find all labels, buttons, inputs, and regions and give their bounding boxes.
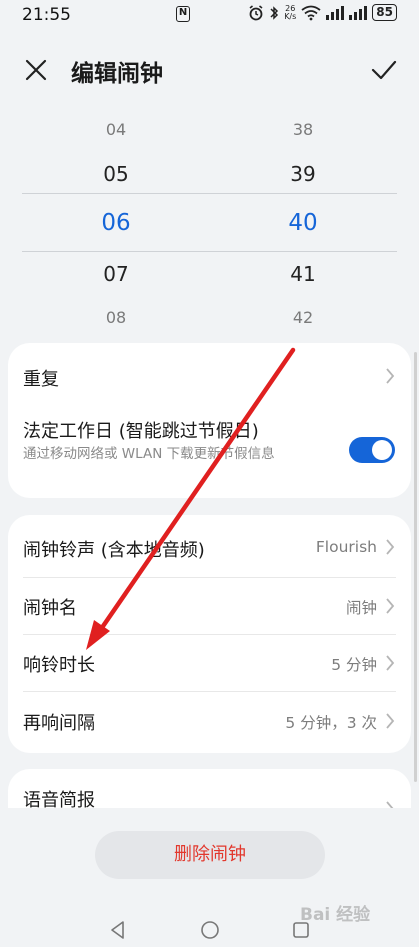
- status-icons: 26 K/s 85: [248, 4, 397, 21]
- minute-selected[interactable]: 40: [243, 210, 363, 236]
- signal-icon: [326, 5, 345, 20]
- repeat-label: 重复: [23, 369, 59, 390]
- ringtone-value: Flourish: [315, 538, 377, 556]
- ring-duration-value: 5 分钟: [331, 656, 377, 674]
- nfc-icon: N: [176, 6, 190, 22]
- hour-option[interactable]: 07: [56, 262, 176, 286]
- ringtone-label: 闹钟铃声 (含本地音频): [23, 540, 205, 561]
- close-icon[interactable]: [24, 58, 48, 82]
- chevron-right-icon: [386, 655, 395, 671]
- back-icon[interactable]: [108, 920, 128, 940]
- minute-option[interactable]: 42: [243, 308, 363, 327]
- chevron-right-icon: [386, 539, 395, 555]
- battery-icon: 85: [372, 4, 397, 21]
- minute-option[interactable]: 38: [243, 120, 363, 139]
- alarm-settings-card: 闹钟铃声 (含本地音频) Flourish 闹钟名 闹钟 响铃时长 5 分钟 再…: [8, 515, 411, 753]
- ring-duration-row[interactable]: 响铃时长 5 分钟: [8, 634, 411, 691]
- ring-duration-label: 响铃时长: [23, 655, 95, 676]
- hour-wheel[interactable]: 04 05 06 07 08: [56, 108, 176, 338]
- minute-wheel[interactable]: 38 39 40 41 42: [243, 108, 363, 338]
- status-bar: 21:55 N 26 K/s 85: [0, 0, 419, 32]
- chevron-right-icon: [386, 598, 395, 614]
- holiday-row: 法定工作日 (智能跳过节假日) 通过移动网络或 WLAN 下载更新节假信息: [8, 409, 411, 498]
- snooze-interval-value: 5 分钟，3 次: [285, 714, 377, 732]
- holiday-label: 法定工作日 (智能跳过节假日): [23, 421, 259, 442]
- home-icon[interactable]: [200, 920, 220, 940]
- time-picker: 04 05 06 07 08 38 39 40 41 42: [22, 108, 397, 338]
- wifi-icon: [301, 5, 321, 20]
- minute-option[interactable]: 41: [243, 262, 363, 286]
- net-speed-unit: K/s: [284, 11, 297, 21]
- hour-selected[interactable]: 06: [56, 210, 176, 236]
- chevron-right-icon: [386, 368, 395, 384]
- ringtone-row[interactable]: 闹钟铃声 (含本地音频) Flourish: [8, 515, 411, 577]
- net-speed: 26 K/s: [284, 4, 297, 21]
- scrollbar[interactable]: [414, 352, 417, 782]
- page-title: 编辑闹钟: [71, 61, 163, 87]
- watermark: Bai 经验: [300, 905, 371, 925]
- header: 编辑闹钟: [0, 48, 419, 94]
- status-time: 21:55: [22, 5, 71, 25]
- hour-option[interactable]: 04: [56, 120, 176, 139]
- delete-alarm-button[interactable]: 删除闹钟: [95, 831, 325, 879]
- hour-option[interactable]: 08: [56, 308, 176, 327]
- repeat-settings-card: 重复 法定工作日 (智能跳过节假日) 通过移动网络或 WLAN 下载更新节假信息: [8, 343, 411, 498]
- snooze-interval-label: 再响间隔: [23, 713, 95, 734]
- bluetooth-icon: [270, 5, 279, 20]
- alarm-name-value: 闹钟: [345, 599, 377, 617]
- signal-icon-2: [349, 5, 368, 20]
- chevron-right-icon: [386, 713, 395, 729]
- toggle-knob: [372, 440, 392, 460]
- minute-option[interactable]: 39: [243, 162, 363, 186]
- check-icon[interactable]: [371, 58, 397, 82]
- alarm-name-row[interactable]: 闹钟名 闹钟: [8, 577, 411, 634]
- repeat-row[interactable]: 重复: [8, 343, 411, 409]
- alarm-icon: [249, 4, 263, 20]
- hour-option[interactable]: 05: [56, 162, 176, 186]
- alarm-name-label: 闹钟名: [23, 598, 77, 619]
- holiday-description: 通过移动网络或 WLAN 下载更新节假信息: [23, 446, 275, 462]
- snooze-interval-row[interactable]: 再响间隔 5 分钟，3 次: [8, 691, 411, 753]
- holiday-toggle[interactable]: [349, 437, 395, 463]
